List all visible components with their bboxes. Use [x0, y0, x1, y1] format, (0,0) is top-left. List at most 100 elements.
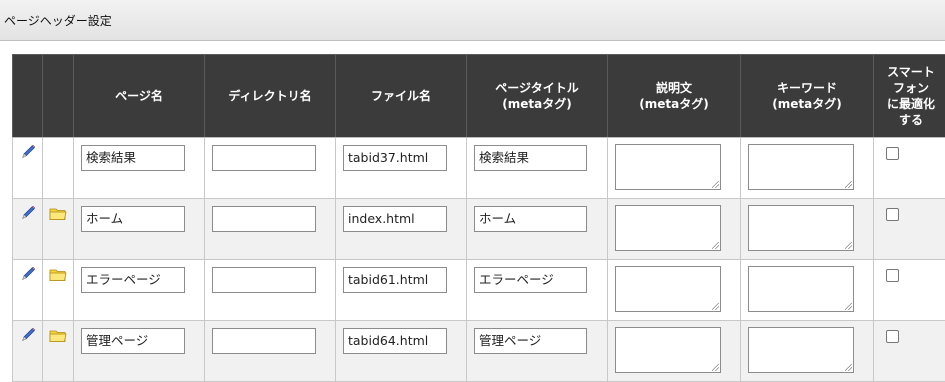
folder-icon[interactable]: [49, 328, 67, 343]
resize-grip-icon[interactable]: [845, 364, 852, 371]
page-settings-table: ページ名 ディレクトリ名 ファイル名 ページタイトル (metaタグ) 説明文 …: [12, 54, 945, 382]
col-header-sublabel: (metaタグ): [502, 97, 572, 111]
col-header-label: 説明文: [655, 81, 692, 95]
col-header-page-name: ページ名: [73, 54, 205, 138]
smartphone-checkbox[interactable]: [886, 208, 899, 221]
resize-grip-icon[interactable]: [845, 303, 852, 310]
resize-grip-icon[interactable]: [845, 242, 852, 249]
directory-cell: [204, 320, 336, 382]
description-textarea[interactable]: [615, 327, 721, 373]
directory-cell: [204, 198, 336, 260]
header-row: ページ名 ディレクトリ名 ファイル名 ページタイトル (metaタグ) 説明文 …: [12, 54, 945, 138]
resize-grip-icon[interactable]: [712, 181, 719, 188]
smartphone-cell: [873, 198, 945, 260]
resize-grip-icon[interactable]: [712, 303, 719, 310]
folder-cell: [42, 137, 74, 199]
description-cell: [607, 320, 741, 382]
resize-grip-icon[interactable]: [712, 364, 719, 371]
file-name-input[interactable]: tabid61.html: [343, 267, 447, 293]
description-textarea[interactable]: [615, 266, 721, 312]
folder-cell: [42, 198, 74, 260]
col-header-keywords: キーワード (metaタグ): [740, 54, 874, 138]
file-cell: index.html: [335, 198, 467, 260]
table-row: ホーム index.html ホーム: [12, 198, 945, 260]
pencil-icon[interactable]: [20, 205, 36, 221]
col-header-label: に最適化: [886, 97, 935, 111]
pencil-icon[interactable]: [20, 327, 36, 343]
file-cell: tabid64.html: [335, 320, 467, 382]
title-bar: ページヘッダー設定: [0, 0, 945, 41]
page-name-input[interactable]: ホーム: [81, 206, 185, 232]
description-cell: [607, 259, 741, 321]
directory-input[interactable]: [212, 328, 316, 354]
description-textarea[interactable]: [615, 205, 721, 251]
smartphone-checkbox[interactable]: [886, 330, 899, 343]
col-header-page-title: ページタイトル (metaタグ): [466, 54, 608, 138]
directory-input[interactable]: [212, 267, 316, 293]
col-header-smartphone: スマート フォン に最適化 する: [873, 54, 945, 138]
page-title-cell: ホーム: [466, 198, 608, 260]
page-title-input[interactable]: 管理ページ: [474, 328, 587, 354]
edit-cell: [12, 259, 43, 321]
col-header-label: ページタイトル: [495, 81, 579, 95]
keywords-textarea[interactable]: [748, 327, 854, 373]
folder-icon[interactable]: [49, 267, 67, 282]
col-header-sublabel: (metaタグ): [772, 97, 842, 111]
smartphone-cell: [873, 137, 945, 199]
resize-grip-icon[interactable]: [845, 181, 852, 188]
page-title: ページヘッダー設定: [4, 14, 112, 28]
resize-grip-icon[interactable]: [712, 242, 719, 249]
directory-input[interactable]: [212, 206, 316, 232]
page-header-grid: ページ名 ディレクトリ名 ファイル名 ページタイトル (metaタグ) 説明文 …: [12, 54, 945, 382]
table-row: 検索結果 tabid37.html 検索結果: [12, 137, 945, 199]
page-name-input[interactable]: 管理ページ: [81, 328, 185, 354]
keywords-textarea[interactable]: [748, 144, 854, 190]
smartphone-cell: [873, 259, 945, 321]
page-title-input[interactable]: 検索結果: [474, 145, 587, 171]
col-header-label: キーワード: [776, 81, 837, 95]
keywords-textarea[interactable]: [748, 266, 854, 312]
page-name-cell: 管理ページ: [73, 320, 205, 382]
pencil-icon[interactable]: [20, 266, 36, 282]
col-header-label: する: [898, 113, 923, 127]
col-header-description: 説明文 (metaタグ): [607, 54, 741, 138]
edit-cell: [12, 137, 43, 199]
page-name-cell: エラーページ: [73, 259, 205, 321]
edit-cell: [12, 320, 43, 382]
col-header-sublabel: (metaタグ): [639, 97, 709, 111]
page-name-cell: 検索結果: [73, 137, 205, 199]
page-name-input[interactable]: エラーページ: [81, 267, 185, 293]
page-title-cell: エラーページ: [466, 259, 608, 321]
page-title-cell: 管理ページ: [466, 320, 608, 382]
file-cell: tabid61.html: [335, 259, 467, 321]
folder-icon[interactable]: [49, 206, 67, 221]
page-title-input[interactable]: エラーページ: [474, 267, 587, 293]
file-cell: tabid37.html: [335, 137, 467, 199]
file-name-input[interactable]: index.html: [343, 206, 447, 232]
pencil-icon[interactable]: [20, 144, 36, 160]
col-header-edit: [12, 54, 43, 138]
keywords-textarea[interactable]: [748, 205, 854, 251]
description-textarea[interactable]: [615, 144, 721, 190]
col-header-label: フォン: [892, 81, 929, 95]
folder-cell: [42, 320, 74, 382]
directory-input[interactable]: [212, 145, 316, 171]
directory-cell: [204, 137, 336, 199]
smartphone-checkbox[interactable]: [886, 269, 899, 282]
file-name-input[interactable]: tabid37.html: [343, 145, 447, 171]
table-row: エラーページ tabid61.html エラーページ: [12, 259, 945, 321]
page-name-input[interactable]: 検索結果: [81, 145, 185, 171]
col-header-folder: [42, 54, 74, 138]
keywords-cell: [740, 137, 874, 199]
col-header-directory: ディレクトリ名: [204, 54, 336, 138]
edit-cell: [12, 198, 43, 260]
file-name-input[interactable]: tabid64.html: [343, 328, 447, 354]
col-header-file: ファイル名: [335, 54, 467, 138]
description-cell: [607, 137, 741, 199]
page-title-cell: 検索結果: [466, 137, 608, 199]
table-row: 管理ページ tabid64.html 管理ページ: [12, 320, 945, 382]
page-title-input[interactable]: ホーム: [474, 206, 587, 232]
description-cell: [607, 198, 741, 260]
page-name-cell: ホーム: [73, 198, 205, 260]
smartphone-checkbox[interactable]: [886, 147, 899, 160]
